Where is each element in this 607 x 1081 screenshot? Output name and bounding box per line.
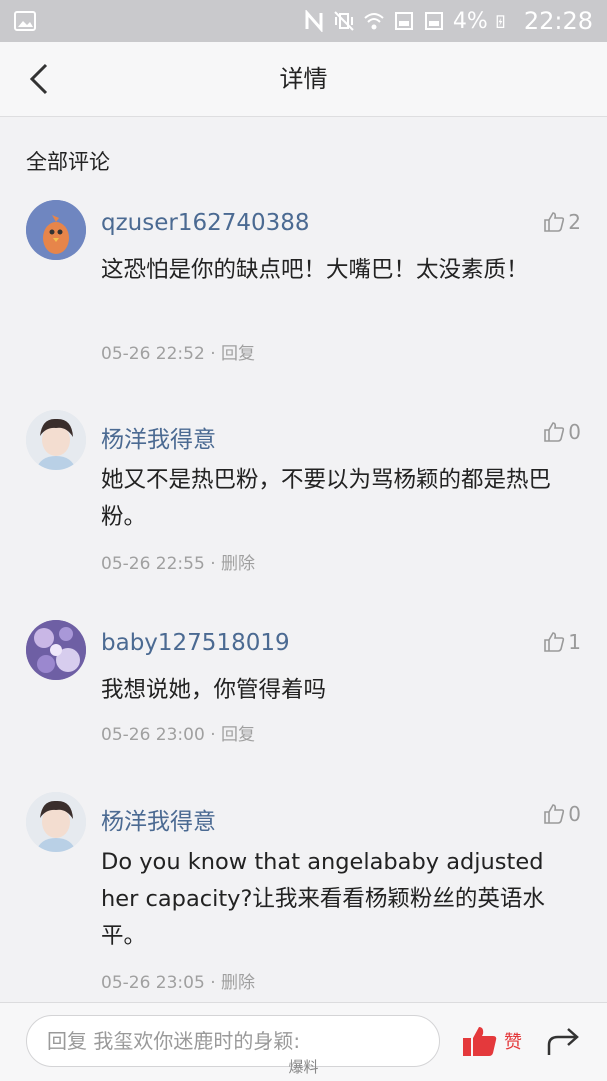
- status-bar: 4% 22:28: [0, 0, 607, 42]
- thumbs-up-icon: [544, 212, 565, 232]
- sim2-signal-icon: [424, 12, 443, 30]
- comment-body: 她又不是热巴粉，不要以为骂杨颖的都是热巴粉。: [101, 467, 552, 530]
- app-header: 详情: [0, 42, 607, 117]
- like-count: 0: [568, 420, 581, 444]
- comment-body: 这恐怕是你的缺点吧！大嘴巴！太没素质！: [101, 257, 529, 283]
- wifi-icon: [364, 13, 384, 30]
- person-avatar-icon: [26, 792, 86, 852]
- comment-meta: 05-26 22:52 · 回复: [101, 344, 256, 364]
- thumbs-up-icon: [544, 632, 565, 652]
- comment-body: Do you know that angelababy adjusted her…: [101, 849, 545, 949]
- image-notification-icon: [14, 11, 36, 31]
- avatar[interactable]: [26, 200, 86, 260]
- like-button[interactable]: 2: [542, 210, 581, 234]
- comment-username[interactable]: baby127518019: [101, 630, 290, 656]
- comment-item: baby127518019 1 我想说她，你管得着吗 05-26 23:00 ·…: [0, 620, 607, 750]
- comment-username[interactable]: 杨洋我得意: [101, 420, 216, 454]
- comment-username[interactable]: qzuser162740388: [101, 210, 310, 236]
- battery-charging-icon: [496, 15, 505, 28]
- comment-body: 我想说她，你管得着吗: [101, 677, 327, 703]
- delete-link[interactable]: 删除: [221, 973, 255, 993]
- share-arrow-icon[interactable]: [546, 1023, 582, 1059]
- comment-meta: 05-26 23:05 · 删除: [101, 973, 256, 993]
- section-title-all-comments: 全部评论: [26, 150, 110, 174]
- thumbs-up-icon: [544, 422, 565, 442]
- reply-link[interactable]: 回复: [221, 725, 255, 745]
- battery-percent: 4%: [452, 8, 488, 34]
- like-count: 1: [568, 630, 581, 654]
- delete-link[interactable]: 删除: [221, 554, 255, 574]
- like-count: 0: [568, 802, 581, 826]
- anime-avatar-icon: [26, 620, 86, 680]
- zan-button[interactable]: 赞: [462, 1025, 522, 1057]
- person-avatar-icon: [26, 410, 86, 470]
- comment-time: 05-26 23:00: [101, 725, 205, 745]
- watermark-text: 爆料: [288, 1058, 319, 1076]
- comment-time: 05-26 22:55: [101, 554, 205, 574]
- like-button[interactable]: 1: [542, 630, 581, 654]
- like-count: 2: [568, 210, 581, 234]
- vibrate-mute-icon: [334, 11, 354, 31]
- avatar[interactable]: [26, 792, 86, 852]
- comment-meta: 05-26 22:55 · 删除: [101, 554, 256, 574]
- zan-label: 赞: [504, 1032, 522, 1053]
- comment-item: 杨洋我得意 0 Do you know that angelababy adju…: [0, 792, 607, 997]
- page-title: 详情: [279, 65, 328, 93]
- avatar[interactable]: [26, 410, 86, 470]
- sim1-signal-icon: [394, 12, 413, 30]
- like-button[interactable]: 0: [542, 420, 581, 444]
- comment-time: 05-26 22:52: [101, 344, 205, 364]
- reply-link[interactable]: 回复: [221, 344, 255, 364]
- status-time: 22:28: [523, 7, 593, 35]
- bird-avatar-icon: [26, 200, 86, 260]
- thumbs-up-filled-icon: [463, 1027, 497, 1056]
- comment-time: 05-26 23:05: [101, 973, 205, 993]
- nfc-icon: [305, 10, 323, 32]
- comment-item: qzuser162740388 2 这恐怕是你的缺点吧！大嘴巴！太没素质！ 05…: [0, 200, 607, 370]
- comment-item: 杨洋我得意 0 她又不是热巴粉，不要以为骂杨颖的都是热巴粉。 05-26 22:…: [0, 410, 607, 580]
- thumbs-up-icon: [544, 804, 565, 824]
- comment-username[interactable]: 杨洋我得意: [101, 802, 216, 836]
- like-button[interactable]: 0: [542, 802, 581, 826]
- avatar[interactable]: [26, 620, 86, 680]
- comment-meta: 05-26 23:00 · 回复: [101, 725, 256, 745]
